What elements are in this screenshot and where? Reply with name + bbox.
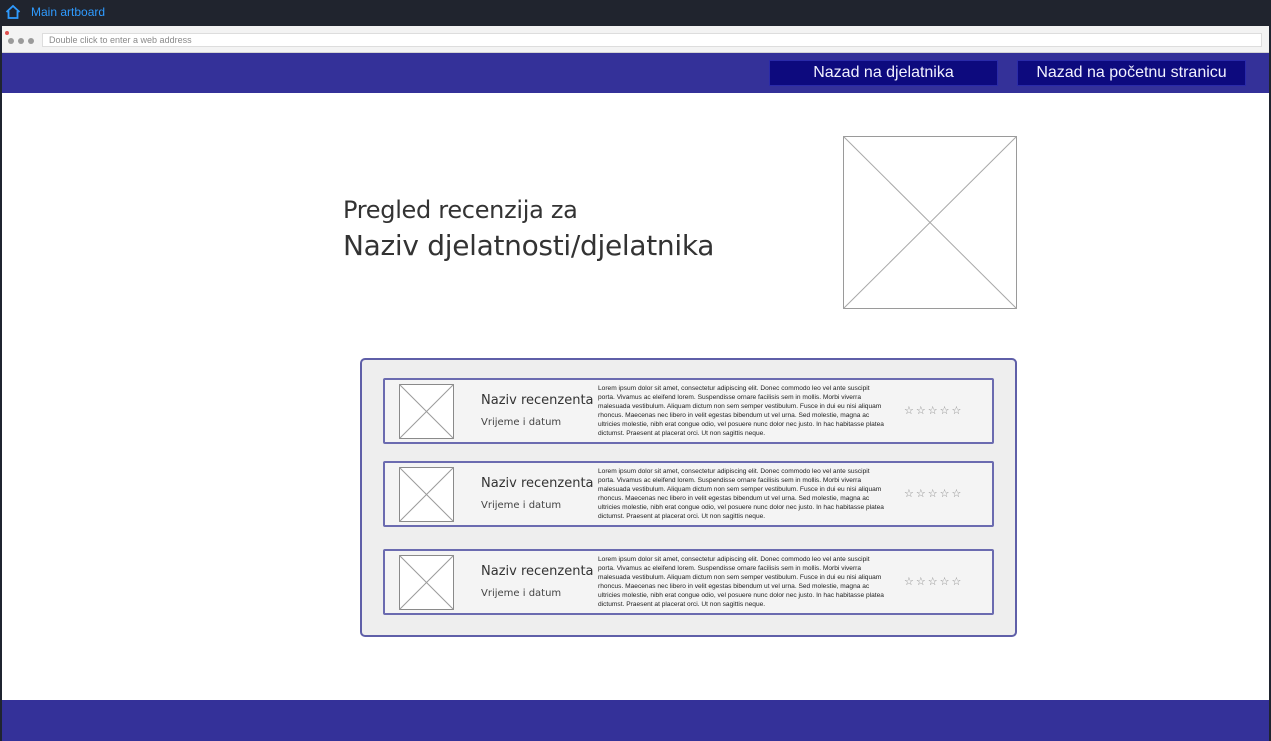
window-dot-icon[interactable] <box>18 38 24 44</box>
close-dot-icon[interactable] <box>5 31 9 35</box>
review-card: Naziv recenzenta Vrijeme i datum Lorem i… <box>383 461 994 527</box>
reviewer-name: Naziv recenzenta <box>481 564 594 579</box>
star-rating[interactable]: ☆☆☆☆☆ <box>904 487 963 500</box>
artboard-title[interactable]: Main artboard <box>31 5 105 19</box>
review-text: Lorem ipsum dolor sit amet, consectetur … <box>598 556 884 608</box>
page-title: Naziv djelatnosti/djelatnika <box>343 229 715 262</box>
review-text: Lorem ipsum dolor sit amet, consectetur … <box>598 385 884 437</box>
window-dot-icon[interactable] <box>8 38 14 44</box>
toolbar: Main artboard <box>0 0 1271 26</box>
home-icon[interactable] <box>5 4 21 20</box>
star-rating[interactable]: ☆☆☆☆☆ <box>904 575 963 588</box>
reviewer-avatar-placeholder <box>399 555 454 610</box>
reviewer-avatar-placeholder <box>399 467 454 522</box>
review-text: Lorem ipsum dolor sit amet, consectetur … <box>598 468 884 520</box>
review-date: Vrijeme i datum <box>481 588 562 599</box>
profile-image-placeholder <box>843 136 1017 309</box>
star-rating[interactable]: ☆☆☆☆☆ <box>904 404 963 417</box>
reviews-list: Naziv recenzenta Vrijeme i datum Lorem i… <box>360 358 1017 637</box>
review-date: Vrijeme i datum <box>481 500 562 511</box>
review-date: Vrijeme i datum <box>481 417 562 428</box>
navbar: Nazad na djelatnika Nazad na početnu str… <box>2 53 1269 93</box>
reviewer-avatar-placeholder <box>399 384 454 439</box>
address-input[interactable]: Double click to enter a web address <box>42 33 1262 47</box>
back-to-worker-button[interactable]: Nazad na djelatnika <box>769 60 998 86</box>
footer <box>2 700 1269 741</box>
browser-frame: Double click to enter a web address Naza… <box>2 26 1269 741</box>
reviewer-name: Naziv recenzenta <box>481 393 594 408</box>
window-dot-icon[interactable] <box>28 38 34 44</box>
review-card: Naziv recenzenta Vrijeme i datum Lorem i… <box>383 549 994 615</box>
back-to-home-button[interactable]: Nazad na početnu stranicu <box>1017 60 1246 86</box>
reviewer-name: Naziv recenzenta <box>481 476 594 491</box>
address-bar: Double click to enter a web address <box>2 26 1269 53</box>
page-subtitle: Pregled recenzija za <box>343 196 578 224</box>
review-card: Naziv recenzenta Vrijeme i datum Lorem i… <box>383 378 994 444</box>
